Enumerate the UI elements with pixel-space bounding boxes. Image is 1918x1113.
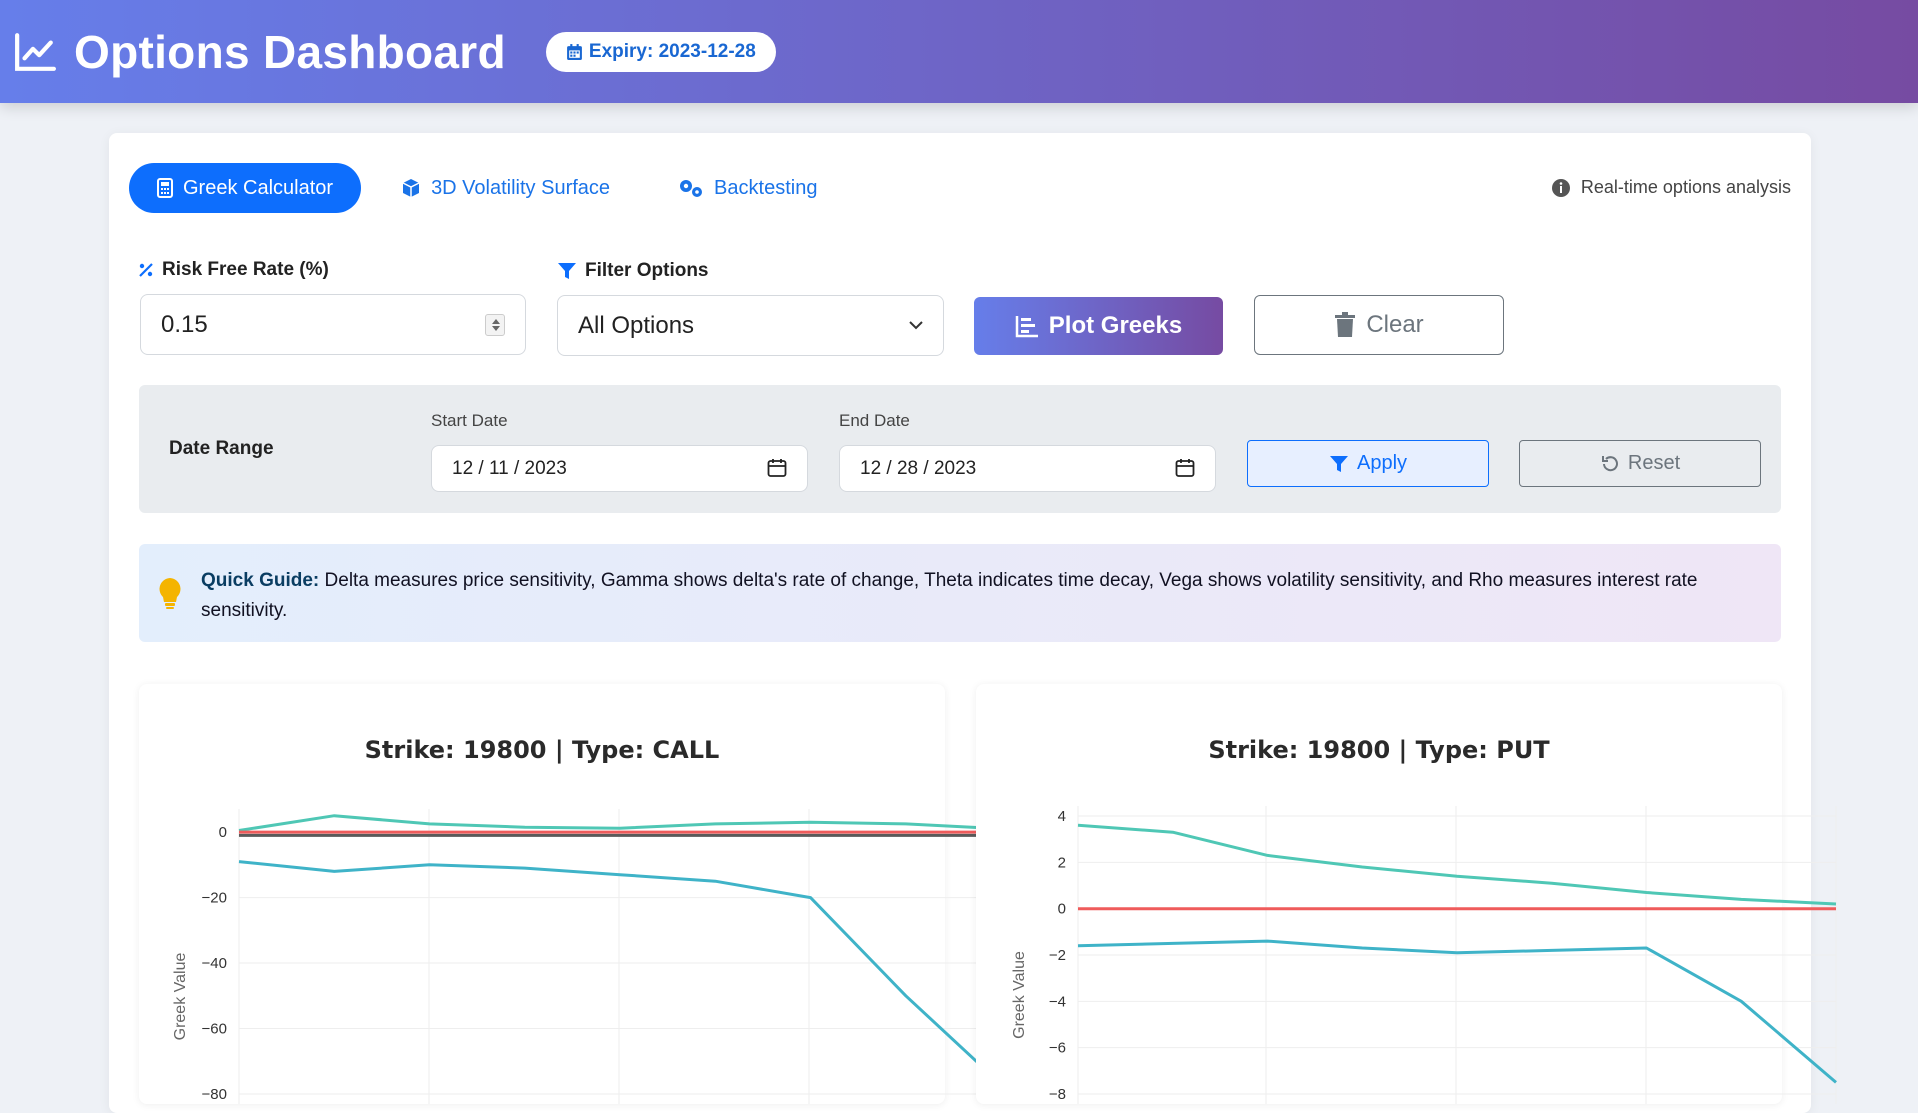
plot-greeks-label: Plot Greeks bbox=[1048, 312, 1183, 339]
guide-heading: Quick Guide: bbox=[201, 570, 320, 591]
series-line bbox=[238, 814, 1002, 832]
reset-label: Reset bbox=[1627, 452, 1681, 474]
end-date-label: End Date bbox=[839, 411, 910, 430]
expiry-badge: Expiry: 2023-12-28 bbox=[545, 31, 776, 72]
y-tick-label: 2 bbox=[1058, 854, 1066, 871]
y-axis-title: Greek Value bbox=[1011, 951, 1028, 1039]
apply-label: Apply bbox=[1356, 452, 1408, 474]
y-tick-label: −8 bbox=[1049, 1086, 1066, 1103]
series-line bbox=[238, 860, 1003, 1086]
clear-button[interactable]: Clear bbox=[1254, 295, 1504, 355]
guide-text: Quick Guide: Delta measures price sensit… bbox=[201, 566, 1761, 626]
tab-label: Backtesting bbox=[714, 176, 818, 199]
number-spinner[interactable] bbox=[485, 314, 505, 336]
date-range-panel: Date Range Start Date 12 / 11 / 2023 End… bbox=[139, 385, 1781, 513]
filter-selected-value: All Options bbox=[578, 311, 695, 339]
y-tick-label: 0 bbox=[1058, 901, 1066, 918]
y-tick-label: −60 bbox=[202, 1021, 227, 1038]
risk-free-label: Risk Free Rate (%) bbox=[138, 259, 329, 281]
y-tick-label: −2 bbox=[1049, 947, 1066, 964]
y-tick-label: −40 bbox=[202, 955, 227, 972]
filter-select[interactable]: All Options bbox=[557, 295, 944, 356]
calendar-icon bbox=[566, 43, 582, 60]
apply-button[interactable]: Apply bbox=[1247, 440, 1489, 487]
chart-line-icon bbox=[15, 32, 56, 71]
guide-body: Delta measures price sensitivity, Gamma … bbox=[201, 570, 1698, 621]
realtime-note-text: Real-time options analysis bbox=[1580, 177, 1791, 197]
risk-free-input[interactable]: 0.15 bbox=[140, 294, 526, 355]
gears-icon bbox=[680, 180, 703, 197]
calculator-icon bbox=[157, 178, 173, 198]
series-line bbox=[1077, 823, 1837, 906]
risk-free-value: 0.15 bbox=[161, 310, 208, 338]
top-navbar: Options Dashboard Expiry: 2023-12-28 bbox=[0, 0, 1918, 103]
calendar-icon[interactable] bbox=[767, 458, 787, 478]
tab-backtesting[interactable]: Backtesting bbox=[650, 163, 845, 213]
tab-bar: Greek Calculator 3D Volatility Surface B… bbox=[129, 163, 857, 213]
expiry-text: Expiry: 2023-12-28 bbox=[588, 40, 756, 62]
filter-label: Filter Options bbox=[557, 260, 709, 282]
trash-icon bbox=[1335, 312, 1356, 337]
call-chart[interactable]: 0 −20 −40 −60 −80 Greek Value bbox=[139, 684, 1009, 1104]
y-tick-label: −80 bbox=[202, 1086, 227, 1103]
chart-card-call: Strike: 19800 | Type: CALL 0 −20 −40 −60 −80… bbox=[139, 684, 1003, 1104]
plot-greeks-button[interactable]: Plot Greeks bbox=[974, 297, 1223, 355]
tab-label: Greek Calculator bbox=[183, 176, 334, 199]
y-tick-label: 4 bbox=[1058, 808, 1066, 825]
start-date-input[interactable]: 12 / 11 / 2023 bbox=[431, 445, 808, 492]
filter-label-text: Filter Options bbox=[585, 260, 709, 281]
tab-greek-calculator[interactable]: Greek Calculator bbox=[129, 163, 362, 213]
percent-icon bbox=[139, 263, 153, 277]
start-date-label: Start Date bbox=[431, 411, 508, 430]
chevron-down-icon bbox=[909, 321, 923, 330]
brand[interactable]: Options Dashboard bbox=[14, 25, 506, 79]
clear-label: Clear bbox=[1366, 311, 1424, 338]
y-axis-title: Greek Value bbox=[172, 953, 189, 1041]
start-date-value: 12 / 11 / 2023 bbox=[452, 457, 567, 479]
series-line bbox=[1077, 939, 1837, 1084]
risk-free-label-text: Risk Free Rate (%) bbox=[162, 259, 329, 280]
lightbulb-icon bbox=[159, 578, 181, 609]
end-date-input[interactable]: 12 / 28 / 2023 bbox=[839, 445, 1216, 492]
app-title: Options Dashboard bbox=[74, 25, 506, 78]
y-tick-label: −20 bbox=[202, 890, 227, 907]
y-tick-label: −6 bbox=[1049, 1040, 1066, 1057]
info-circle-icon bbox=[1551, 178, 1570, 197]
cube-icon bbox=[402, 179, 420, 197]
y-tick-label: 0 bbox=[219, 824, 227, 841]
undo-icon bbox=[1601, 455, 1618, 471]
y-tick-label: −4 bbox=[1049, 993, 1066, 1010]
reset-button[interactable]: Reset bbox=[1519, 440, 1761, 487]
realtime-note: Real-time options analysis bbox=[1551, 177, 1791, 198]
filter-icon bbox=[1329, 455, 1348, 472]
calendar-icon[interactable] bbox=[1175, 458, 1195, 478]
filter-icon bbox=[558, 263, 576, 279]
chart-card-put: Strike: 19800 | Type: PUT 4 2 0 −2 −4 −6 −8 Gre… bbox=[976, 684, 1837, 1104]
tab-volatility-surface[interactable]: 3D Volatility Surface bbox=[373, 163, 638, 213]
bar-chart-icon bbox=[1015, 316, 1038, 338]
end-date-value: 12 / 28 / 2023 bbox=[860, 457, 977, 479]
put-chart[interactable]: 4 2 0 −2 −4 −6 −8 Greek Value bbox=[976, 684, 1846, 1104]
date-range-label: Date Range bbox=[169, 438, 274, 459]
quick-guide: Quick Guide: Delta measures price sensit… bbox=[139, 544, 1781, 642]
tab-label: 3D Volatility Surface bbox=[431, 176, 611, 199]
